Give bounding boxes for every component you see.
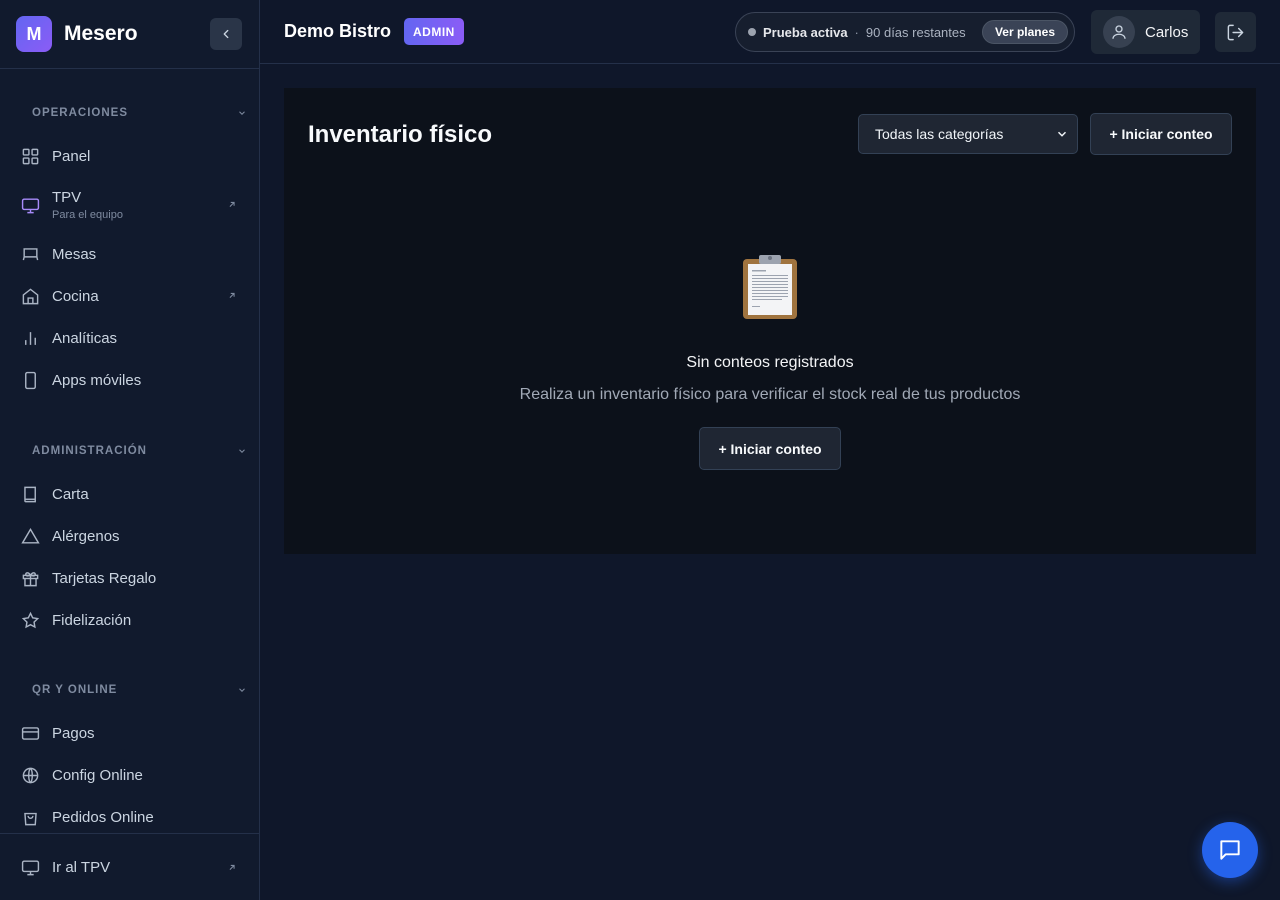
star-icon xyxy=(20,610,40,630)
empty-start-count-button[interactable]: + Iniciar conteo xyxy=(699,427,841,470)
shopping-bag-icon xyxy=(20,807,40,827)
trial-status-pill: Prueba activa · 90 días restantes Ver pl… xyxy=(735,12,1075,52)
chat-button[interactable] xyxy=(1202,822,1258,878)
chevron-down-icon xyxy=(1057,131,1067,137)
view-plans-button[interactable]: Ver planes xyxy=(981,20,1068,44)
sidebar-item-label: Apps móviles xyxy=(52,371,142,389)
grid-icon xyxy=(20,146,40,166)
bar-chart-icon xyxy=(20,328,40,348)
start-count-button[interactable]: + Iniciar conteo xyxy=(1090,113,1232,155)
sidebar-item-label: Alérgenos xyxy=(52,527,120,545)
warning-icon xyxy=(20,526,40,546)
chevron-down-icon xyxy=(239,688,245,692)
chevron-left-icon xyxy=(223,29,229,39)
sidebar-item-label: Pagos xyxy=(52,724,95,742)
trial-days: 90 días restantes xyxy=(865,24,966,40)
sidebar-item-alergenos[interactable]: Alérgenos xyxy=(0,515,259,557)
sidebar-item-label: Mesas xyxy=(52,245,97,263)
chevron-down-icon xyxy=(239,449,245,453)
sidebar-footer: Ir al TPV xyxy=(0,833,259,900)
sidebar-item-config-online[interactable]: Config Online xyxy=(0,754,259,796)
sidebar-item-label: Config Online xyxy=(52,766,143,784)
app-logo[interactable]: M xyxy=(16,16,52,52)
sidebar-item-fidelizacion[interactable]: Fidelización xyxy=(0,599,259,641)
empty-state-title: Sin conteos registrados xyxy=(686,354,854,371)
external-link-icon xyxy=(227,197,237,214)
home-icon xyxy=(20,286,40,306)
brand: M Mesero xyxy=(0,0,259,69)
external-link-icon xyxy=(227,288,237,305)
sidebar-item-pedidos-online[interactable]: Pedidos Online xyxy=(0,796,259,833)
go-to-tpv-link[interactable]: Ir al TPV xyxy=(0,834,259,900)
user-icon xyxy=(1103,16,1135,48)
section-title: OPERACIONES xyxy=(32,107,128,119)
empty-state-description: Realiza un inventario físico para verifi… xyxy=(519,386,1021,403)
sidebar-item-label: Cocina xyxy=(52,287,99,305)
sidebar-item-label: Tarjetas Regalo xyxy=(52,569,157,587)
monitor-icon xyxy=(20,195,40,215)
app-name: Mesero xyxy=(64,22,138,45)
go-to-tpv-label: Ir al TPV xyxy=(52,859,111,876)
credit-card-icon xyxy=(20,723,40,743)
section-qr-online[interactable]: QR Y ONLINE xyxy=(0,680,259,700)
smartphone-icon xyxy=(20,370,40,390)
trial-status: Prueba activa xyxy=(763,24,848,40)
sidebar-item-cocina[interactable]: Cocina xyxy=(0,275,259,317)
status-dot-icon xyxy=(748,28,756,36)
sidebar-item-tpv[interactable]: TPV Para el equipo xyxy=(0,177,259,233)
sidebar-item-label: TPV xyxy=(52,189,82,206)
gift-icon xyxy=(20,568,40,588)
sidebar-item-label: Fidelización xyxy=(52,611,132,629)
sidebar-item-mesas[interactable]: Mesas xyxy=(0,233,259,275)
book-icon xyxy=(20,484,40,504)
globe-icon xyxy=(20,765,40,785)
external-link-icon xyxy=(227,859,237,876)
sidebar-item-label: Panel xyxy=(52,147,91,165)
role-badge: ADMIN xyxy=(404,18,464,45)
section-operaciones[interactable]: OPERACIONES xyxy=(0,103,259,123)
category-select[interactable]: Todas las categorías xyxy=(858,114,1078,154)
sidebar-nav: OPERACIONES Panel TPV Para el equipo Mes… xyxy=(0,69,259,833)
sidebar-item-panel[interactable]: Panel xyxy=(0,135,259,177)
inventory-panel: Inventario físico Todas las categorías +… xyxy=(284,88,1256,554)
chat-icon xyxy=(1220,840,1240,860)
table-icon xyxy=(20,244,40,264)
org-name: Demo Bistro xyxy=(284,21,392,41)
section-title: ADMINISTRACIÓN xyxy=(32,445,147,457)
sidebar-item-analiticas[interactable]: Analíticas xyxy=(0,317,259,359)
logout-icon xyxy=(1227,24,1244,40)
org-info: Demo Bistro ADMIN xyxy=(284,18,464,45)
collapse-sidebar-button[interactable] xyxy=(210,18,242,50)
monitor-icon xyxy=(20,858,40,878)
clipboard-icon xyxy=(742,254,798,320)
sidebar-item-apps-moviles[interactable]: Apps móviles xyxy=(0,359,259,401)
trial-separator: · xyxy=(854,24,859,40)
sidebar-item-carta[interactable]: Carta xyxy=(0,473,259,515)
chevron-down-icon xyxy=(239,111,245,115)
top-header: Demo Bistro ADMIN Prueba activa · 90 día… xyxy=(260,0,1280,64)
section-title: QR Y ONLINE xyxy=(32,684,118,696)
sidebar-item-label: Pedidos Online xyxy=(52,808,154,826)
sidebar-item-pagos[interactable]: Pagos xyxy=(0,712,259,754)
user-name: Carlos xyxy=(1145,23,1189,41)
section-administracion[interactable]: ADMINISTRACIÓN xyxy=(0,441,259,461)
page-title: Inventario físico xyxy=(308,121,493,148)
logout-button[interactable] xyxy=(1215,12,1256,52)
sidebar-item-label: Carta xyxy=(52,485,89,503)
category-select-value: Todas las categorías xyxy=(875,126,1004,142)
sidebar-item-sublabel: Para el equipo xyxy=(52,209,123,221)
sidebar-item-label: Analíticas xyxy=(52,329,118,347)
sidebar: M Mesero OPERACIONES Panel TPV Para el e… xyxy=(0,0,260,900)
user-menu[interactable]: Carlos xyxy=(1091,10,1200,54)
sidebar-item-tarjetas-regalo[interactable]: Tarjetas Regalo xyxy=(0,557,259,599)
